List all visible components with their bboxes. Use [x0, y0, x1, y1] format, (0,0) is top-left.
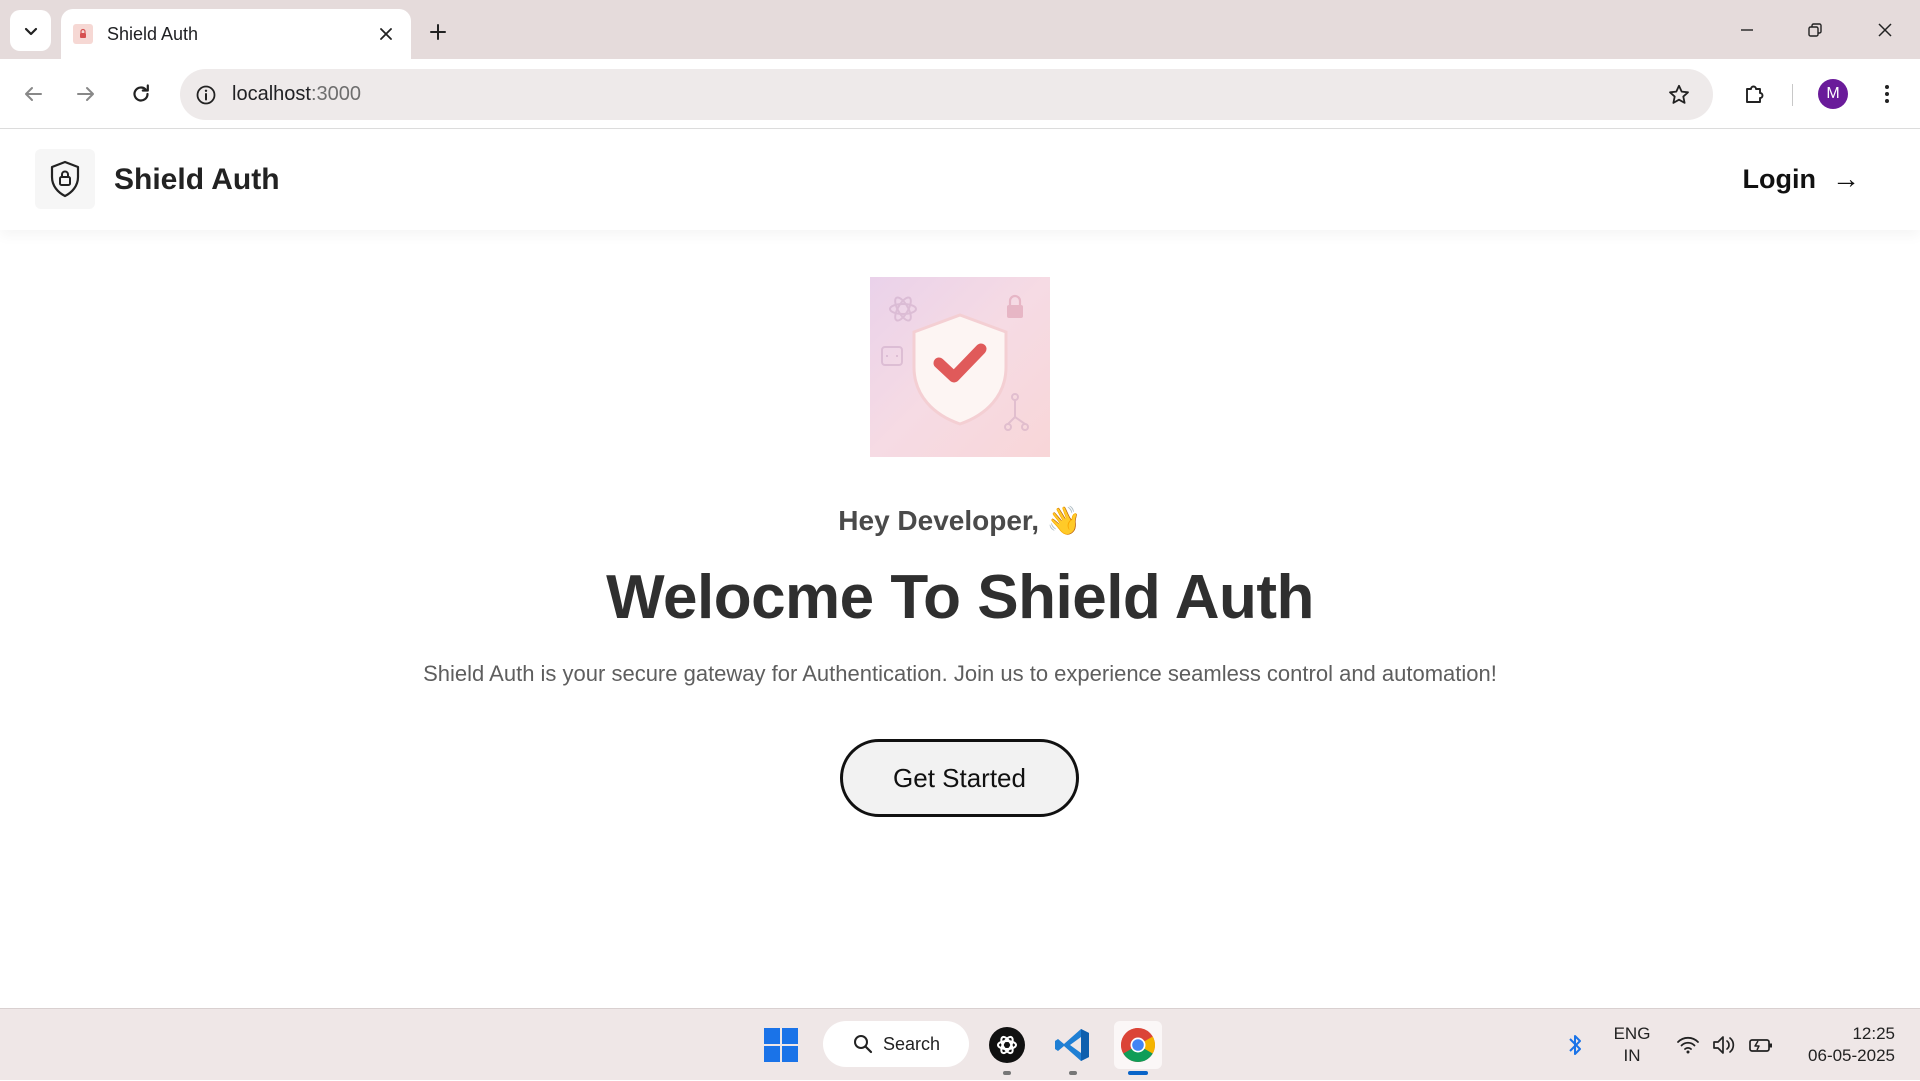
address-bar[interactable]: localhost:3000	[180, 69, 1713, 120]
arrow-right-icon	[77, 87, 94, 101]
site-info-icon[interactable]	[190, 79, 222, 111]
clock-date: 06-05-2025	[1808, 1046, 1895, 1065]
login-link[interactable]: Login →	[1743, 163, 1860, 195]
wifi-icon[interactable]	[1672, 1009, 1704, 1081]
search-label: Search	[883, 1033, 941, 1054]
new-tab-button[interactable]	[420, 14, 456, 50]
bluetooth-icon[interactable]	[1560, 1009, 1590, 1081]
active-indicator	[1128, 1071, 1148, 1075]
hero-shield-illustration	[870, 277, 1050, 457]
hero-subtitle: Shield Auth is your secure gateway for A…	[423, 661, 1497, 686]
start-icon[interactable]	[757, 1021, 805, 1069]
favicon-icon	[73, 24, 93, 44]
browser-menu-button[interactable]	[1867, 74, 1907, 114]
forward-button[interactable]	[66, 74, 106, 114]
site-navbar: Shield Auth Login →	[0, 130, 1920, 230]
system-clock[interactable]: 12:25 06-05-2025	[1790, 1023, 1895, 1067]
restore-icon	[1808, 23, 1822, 37]
browser-tab[interactable]: Shield Auth	[61, 9, 411, 59]
login-label: Login	[1742, 163, 1816, 194]
tab-search-button[interactable]	[10, 10, 51, 51]
arrow-right-icon: →	[1832, 163, 1860, 194]
restore-button[interactable]	[1790, 8, 1840, 52]
volume-icon[interactable]	[1708, 1009, 1740, 1081]
close-icon	[1878, 23, 1892, 37]
url-port: :3000	[310, 83, 361, 105]
vscode-icon[interactable]	[1049, 1021, 1097, 1075]
close-icon	[380, 28, 392, 40]
taskbar-search[interactable]: Search	[823, 1021, 969, 1067]
browser-tab-strip: Shield Auth	[0, 0, 1920, 59]
clock-time: 12:25	[1852, 1024, 1895, 1043]
minimize-icon	[1741, 29, 1753, 31]
greeting-text: Hey Developer, 👋	[838, 505, 1082, 536]
profile-button[interactable]: M	[1813, 74, 1853, 114]
chrome-icon[interactable]	[1114, 1021, 1162, 1075]
lang-line1: ENG	[1613, 1024, 1651, 1043]
back-button[interactable]	[13, 74, 53, 114]
arrow-left-icon	[25, 87, 42, 101]
shield-lock-icon[interactable]	[35, 149, 95, 209]
search-icon	[854, 1035, 873, 1054]
battery-icon[interactable]	[1744, 1009, 1778, 1081]
hero-headline: Welocme To Shield Auth	[606, 563, 1314, 632]
chatgpt-icon[interactable]	[983, 1021, 1031, 1075]
chevron-down-icon	[24, 27, 37, 35]
tab-close-button[interactable]	[371, 19, 401, 49]
page-content: Shield Auth Login → Hey Developer, 👋 Wel…	[0, 130, 1920, 1008]
input-language-indicator[interactable]: ENG IN	[1607, 1023, 1657, 1067]
star-icon	[1669, 84, 1689, 104]
minimize-button[interactable]	[1722, 8, 1772, 52]
url-text[interactable]: localhost:3000	[232, 83, 1659, 106]
reload-button[interactable]	[121, 74, 161, 114]
avatar: M	[1818, 79, 1848, 109]
get-started-button[interactable]: Get Started	[840, 739, 1079, 817]
url-host: localhost	[232, 83, 311, 105]
tab-title: Shield Auth	[107, 23, 199, 44]
extensions-button[interactable]	[1734, 74, 1774, 114]
puzzle-icon	[1746, 85, 1764, 103]
windows-taskbar: Search ENG IN 12:25 06-05-2025	[0, 1008, 1920, 1080]
more-vertical-icon	[1885, 85, 1889, 103]
running-indicator	[1003, 1071, 1011, 1075]
running-indicator	[1069, 1071, 1077, 1075]
plus-icon	[430, 24, 446, 40]
reload-icon	[133, 84, 149, 102]
bookmark-star-button[interactable]	[1659, 75, 1699, 115]
brand-name[interactable]: Shield Auth	[114, 163, 280, 197]
window-close-button[interactable]	[1860, 8, 1910, 52]
lang-line2: IN	[1623, 1046, 1641, 1065]
browser-toolbar: localhost:3000 M	[0, 59, 1920, 129]
toolbar-divider	[1792, 84, 1793, 106]
